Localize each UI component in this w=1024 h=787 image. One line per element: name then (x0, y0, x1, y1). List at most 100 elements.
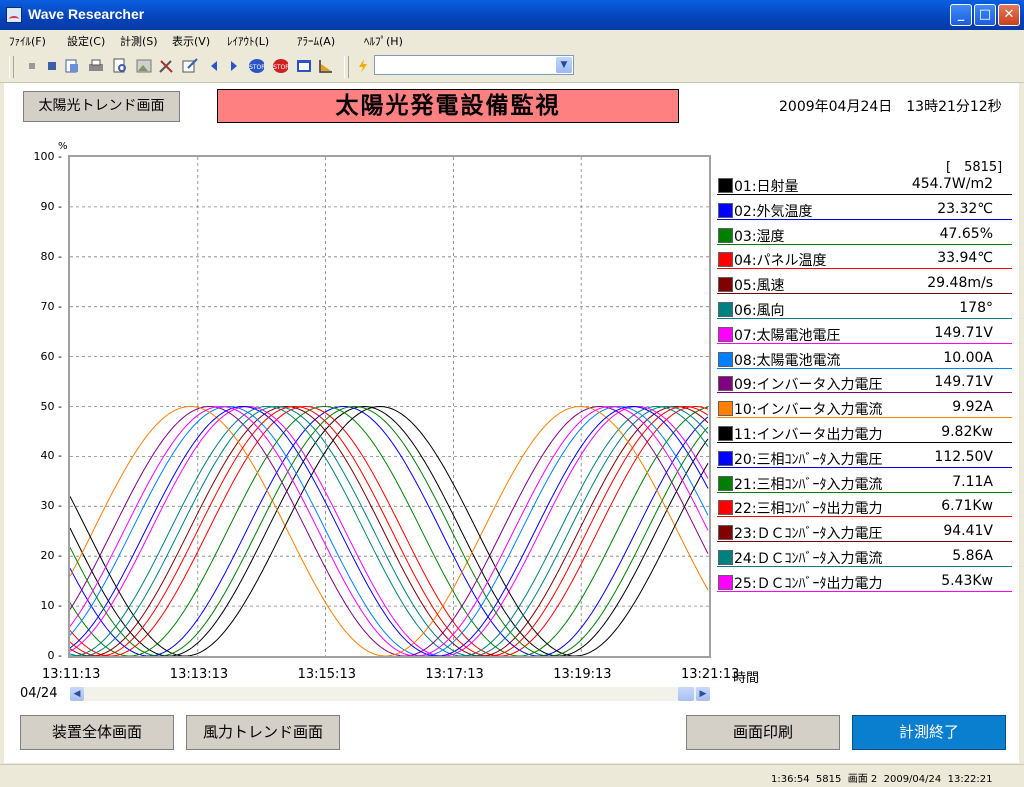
legend-row[interactable]: 07:太陽電池電圧 149.71V (717, 322, 1012, 344)
legend-row[interactable]: 05:風速 29.48m/s (717, 272, 1012, 295)
svg-text:STOP: STOP (273, 64, 288, 71)
channel-value: 29.48m/s (927, 275, 993, 292)
menu-view[interactable]: 表示(V) (172, 33, 210, 49)
stop-badge-icon[interactable]: STOP (248, 58, 264, 74)
prev-arrow-icon[interactable] (206, 58, 222, 74)
channel-label: 06:風向 (734, 303, 785, 319)
horizontal-scrollbar[interactable]: ◀ ▶ (70, 687, 710, 701)
legend-row[interactable]: 01:日射量 454.7W/m2 (717, 173, 1012, 195)
x-tick-label: 13:21:13 (681, 667, 740, 682)
maximize-button[interactable]: □ (974, 4, 996, 26)
scroll-left-icon[interactable]: ◀ (70, 687, 84, 701)
title-bar[interactable]: Wave Researcher _ □ ✕ (0, 0, 1024, 30)
flash-icon[interactable] (356, 58, 372, 74)
channel-label: 22:三相ｺﾝﾊﾞｰﾀ出力電力 (734, 501, 883, 518)
legend-underline (717, 243, 1012, 245)
menu-file[interactable]: ﾌｧｲﾙ(F) (9, 33, 46, 49)
tools-icon[interactable] (158, 58, 174, 74)
menu-settings[interactable]: 設定(C) (67, 33, 105, 49)
channel-value: 454.7W/m2 (911, 176, 993, 192)
menu-layout[interactable]: ﾚｲｱｳﾄ(L) (227, 33, 269, 49)
measure-combo[interactable]: ▼ (374, 55, 574, 75)
legend-row[interactable]: 22:三相ｺﾝﾊﾞｰﾀ出力電力 6.71Kw (717, 495, 1012, 518)
menu-alarm[interactable]: ｱﾗｰﾑ(A) (297, 33, 335, 49)
x-axis-unit: 時間 (733, 671, 760, 686)
scroll-thumb[interactable] (678, 687, 694, 701)
trend-plot[interactable] (70, 157, 709, 656)
channel-label: 03:湿度 (734, 228, 785, 245)
scroll-right-icon[interactable]: ▶ (696, 687, 710, 701)
legend-underline (717, 466, 1012, 468)
device-overview-button[interactable]: 装置全体画面 (20, 715, 174, 750)
x-tick-label: 13:17:13 (425, 667, 484, 682)
image-icon[interactable] (136, 58, 152, 74)
menu-measure[interactable]: 計測(S) (120, 33, 158, 49)
y-tick-label: 40 - (40, 449, 62, 463)
series-line-15 (70, 406, 709, 656)
print-screen-button[interactable]: 画面印刷 (686, 715, 840, 750)
next-arrow-icon[interactable] (226, 58, 242, 74)
print-icon[interactable] (88, 58, 104, 74)
legend-row[interactable]: 06:風向 178° (717, 297, 1012, 319)
channel-label: 25:ＤＣｺﾝﾊﾞｰﾀ出力電力 (734, 575, 883, 592)
chevron-down-icon[interactable]: ▼ (556, 57, 572, 73)
series-color-swatch (718, 202, 733, 218)
channel-label: 01:日射量 (734, 179, 799, 195)
y-tick-label: 10 - (40, 599, 62, 613)
legend-underline (717, 491, 1012, 493)
legend-row[interactable]: 24:ＤＣｺﾝﾊﾞｰﾀ入力電流 5.86A (717, 545, 1012, 567)
chart-icon[interactable] (318, 58, 334, 74)
edit-icon[interactable] (182, 58, 198, 74)
series-line-2 (70, 406, 709, 656)
status-text: 1:36:54 5815 画面 2 2009/04/24 13:22:21 (771, 774, 993, 785)
legend-row[interactable]: 09:インバータ入力電圧 149.71V (717, 371, 1012, 394)
toolbar-grip[interactable] (344, 56, 349, 78)
legend-row[interactable]: 21:三相ｺﾝﾊﾞｰﾀ入力電流 7.11A (717, 471, 1012, 493)
series-line-8 (70, 406, 709, 656)
legend-row[interactable]: 20:三相ｺﾝﾊﾞｰﾀ入力電圧 112.50V (717, 446, 1012, 468)
legend-row[interactable]: 25:ＤＣｺﾝﾊﾞｰﾀ出力電力 5.43Kw (717, 570, 1012, 592)
series-color-swatch (718, 277, 733, 293)
legend-row[interactable]: 10:インバータ入力電流 9.92A (717, 396, 1012, 419)
solar-trend-button[interactable]: 太陽光トレンド画面 (23, 91, 180, 122)
toolbar-grip[interactable] (9, 56, 14, 78)
channel-label: 11:インバータ出力電力 (734, 427, 883, 443)
minimize-button[interactable]: _ (950, 4, 972, 26)
legend-row[interactable]: 04:パネル温度 33.94℃ (717, 247, 1012, 270)
stop-badge-red-icon[interactable]: STOP (272, 58, 288, 74)
stop-square-icon[interactable] (24, 58, 40, 74)
y-tick-label: 30 - (40, 499, 62, 513)
close-button[interactable]: ✕ (998, 4, 1020, 26)
legend-underline (717, 342, 1012, 344)
series-color-swatch (718, 574, 733, 590)
stop-measurement-button[interactable]: 計測終了 (852, 715, 1006, 750)
menu-help[interactable]: ﾍﾙﾌﾟ(H) (364, 33, 403, 49)
series-color-swatch (718, 178, 733, 193)
stop-square-icon[interactable] (44, 58, 60, 74)
series-line-1 (70, 405, 709, 656)
window-icon[interactable] (296, 58, 312, 74)
legend-row[interactable]: 03:湿度 47.65% (717, 223, 1012, 245)
legend-underline (717, 541, 1012, 543)
channel-value: 5.86A (952, 548, 993, 564)
application-window: Wave Researcher _ □ ✕ ﾌｧｲﾙ(F) 設定(C) 計測(S… (0, 0, 1024, 787)
channel-value: 149.71V (934, 324, 993, 341)
menu-bar: ﾌｧｲﾙ(F) 設定(C) 計測(S) 表示(V) ﾚｲｱｳﾄ(L) ｱﾗｰﾑ(… (0, 30, 1024, 50)
y-tick-label: 20 - (40, 549, 62, 563)
channel-value: 112.50V (934, 448, 993, 465)
wind-trend-button[interactable]: 風力トレンド画面 (186, 715, 340, 750)
legend-row[interactable]: 23:ＤＣｺﾝﾊﾞｰﾀ入力電圧 94.41V (717, 520, 1012, 543)
preview-icon[interactable] (112, 58, 128, 74)
y-tick-label: 100 - (33, 150, 62, 163)
series-line-4 (70, 406, 709, 656)
open-icon[interactable] (64, 58, 80, 74)
legend-row[interactable]: 02:外気温度 23.32℃ (717, 198, 1012, 220)
legend-underline (717, 367, 1012, 369)
legend-underline (717, 318, 1012, 319)
legend-row[interactable]: 11:インバータ出力電力 9.82Kw (717, 421, 1012, 443)
y-tick-label: 60 - (40, 349, 62, 363)
series-color-swatch (718, 351, 733, 367)
legend-row[interactable]: 08:太陽電池電流 10.00A (717, 347, 1012, 369)
channel-value: 7.11A (952, 473, 993, 490)
svg-text:STOP: STOP (249, 64, 264, 71)
